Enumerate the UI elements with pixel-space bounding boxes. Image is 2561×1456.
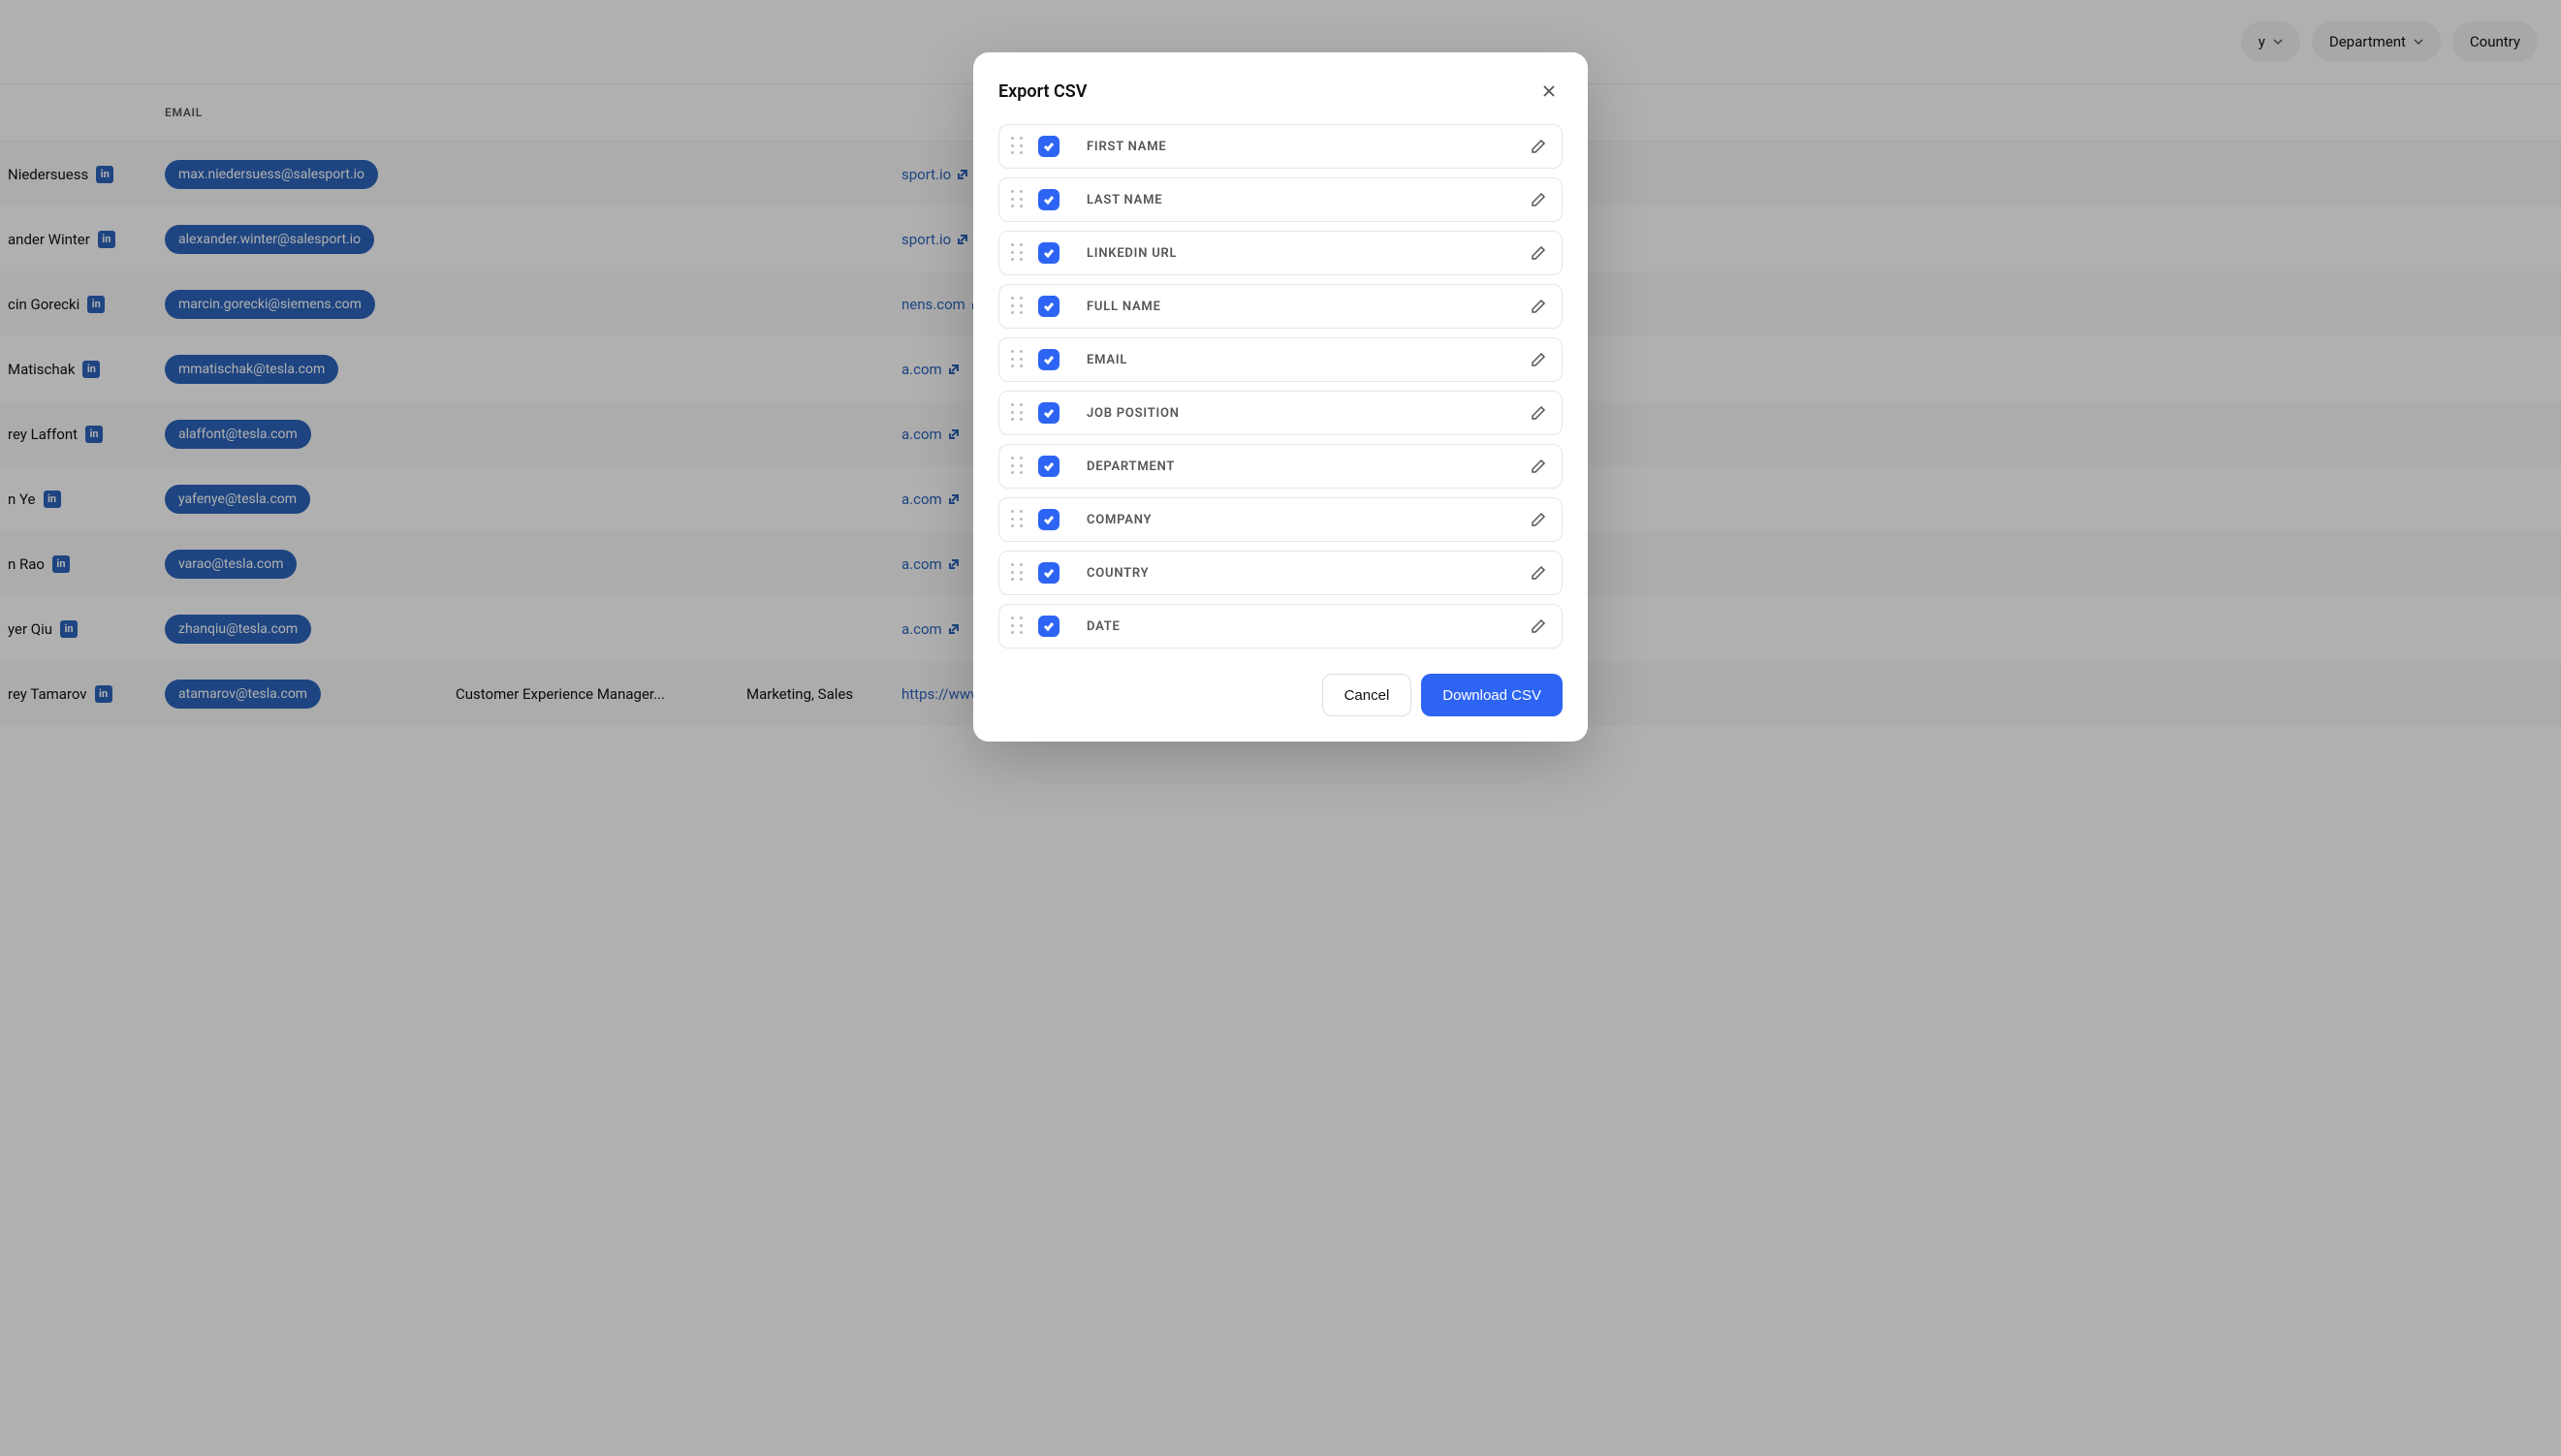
export-field-row: Linkedin URL [998,231,1563,275]
field-checkbox[interactable] [1038,349,1059,370]
pencil-icon [1531,299,1546,314]
pencil-icon [1531,459,1546,474]
field-checkbox[interactable] [1038,509,1059,530]
field-label: Last Name [1073,193,1513,207]
pencil-icon [1531,405,1546,421]
field-label: Full Name [1073,300,1513,314]
modal-overlay[interactable]: Export CSV First Name Last Name Linkedin U… [0,0,2561,1456]
field-checkbox[interactable] [1038,136,1059,157]
export-field-row: Full Name [998,284,1563,329]
field-label: Date [1073,619,1513,634]
check-icon [1043,247,1055,259]
drag-handle-icon[interactable] [1011,403,1025,423]
export-field-row: First Name [998,124,1563,169]
field-checkbox[interactable] [1038,402,1059,424]
modal-title: Export CSV [998,81,1087,102]
field-label: First Name [1073,140,1513,154]
field-label: Company [1073,513,1513,527]
pencil-icon [1531,565,1546,581]
drag-handle-icon[interactable] [1011,563,1025,583]
field-checkbox[interactable] [1038,189,1059,210]
check-icon [1043,514,1055,525]
field-list: First Name Last Name Linkedin URL Full Name… [998,124,1563,649]
drag-handle-icon[interactable] [1011,510,1025,529]
drag-handle-icon[interactable] [1011,190,1025,209]
edit-field-button[interactable] [1527,561,1550,585]
pencil-icon [1531,352,1546,367]
edit-field-button[interactable] [1527,188,1550,211]
edit-field-button[interactable] [1527,508,1550,531]
pencil-icon [1531,512,1546,527]
drag-handle-icon[interactable] [1011,297,1025,316]
field-label: Department [1073,459,1513,474]
export-field-row: Last Name [998,177,1563,222]
pencil-icon [1531,618,1546,634]
export-csv-modal: Export CSV First Name Last Name Linkedin U… [973,52,1588,742]
export-field-row: Job Position [998,391,1563,435]
check-icon [1043,301,1055,312]
check-icon [1043,141,1055,152]
edit-field-button[interactable] [1527,135,1550,158]
pencil-icon [1531,192,1546,207]
field-checkbox[interactable] [1038,456,1059,477]
field-label: Email [1073,353,1513,367]
field-checkbox[interactable] [1038,616,1059,637]
edit-field-button[interactable] [1527,401,1550,425]
edit-field-button[interactable] [1527,295,1550,318]
drag-handle-icon[interactable] [1011,457,1025,476]
cancel-button[interactable]: Cancel [1322,674,1412,716]
field-label: Linkedin URL [1073,246,1513,261]
drag-handle-icon[interactable] [1011,137,1025,156]
field-label: Country [1073,566,1513,581]
field-checkbox[interactable] [1038,296,1059,317]
export-field-row: Email [998,337,1563,382]
export-field-row: Country [998,551,1563,595]
check-icon [1043,620,1055,632]
pencil-icon [1531,245,1546,261]
check-icon [1043,354,1055,365]
export-field-row: Company [998,497,1563,542]
check-icon [1043,460,1055,472]
export-field-row: Date [998,604,1563,649]
drag-handle-icon[interactable] [1011,243,1025,263]
check-icon [1043,194,1055,206]
check-icon [1043,407,1055,419]
edit-field-button[interactable] [1527,615,1550,638]
edit-field-button[interactable] [1527,348,1550,371]
edit-field-button[interactable] [1527,241,1550,265]
field-checkbox[interactable] [1038,242,1059,264]
edit-field-button[interactable] [1527,455,1550,478]
check-icon [1043,567,1055,579]
drag-handle-icon[interactable] [1011,350,1025,369]
export-field-row: Department [998,444,1563,489]
pencil-icon [1531,139,1546,154]
drag-handle-icon[interactable] [1011,617,1025,636]
download-csv-button[interactable]: Download CSV [1421,674,1563,716]
field-checkbox[interactable] [1038,562,1059,584]
field-label: Job Position [1073,406,1513,421]
close-icon [1542,84,1556,98]
close-button[interactable] [1535,78,1563,105]
